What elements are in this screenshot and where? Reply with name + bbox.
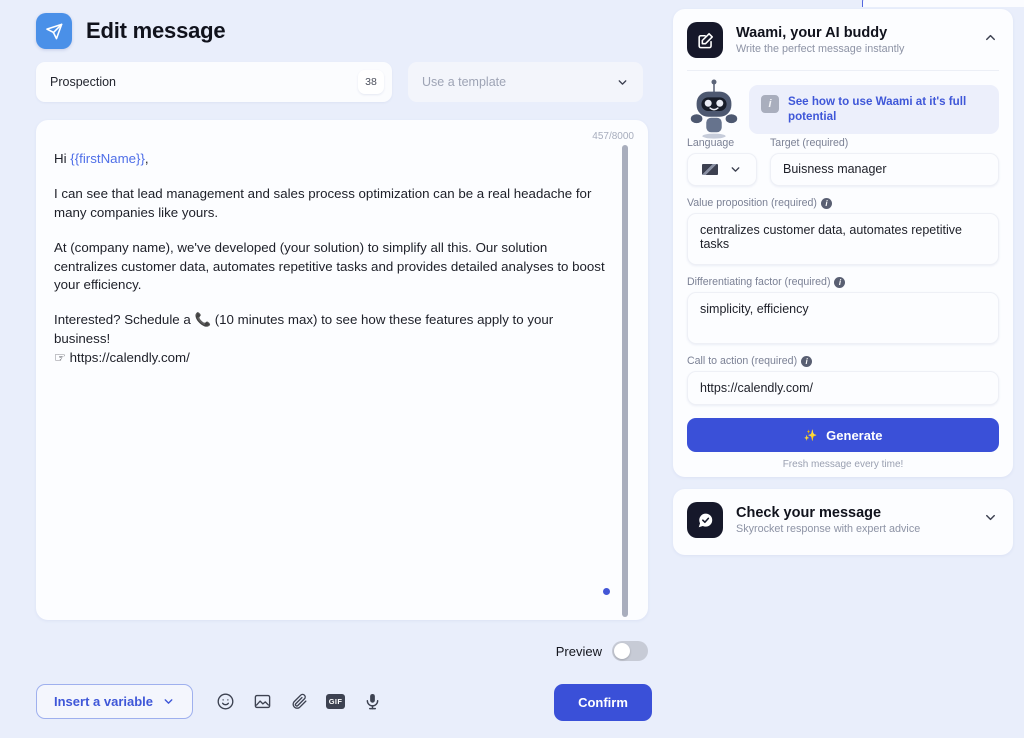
editor-toolbar: Insert a variable GIF — [36, 684, 382, 719]
chevron-up-icon[interactable] — [983, 30, 999, 50]
value-proposition-input[interactable]: centralizes customer data, automates rep… — [687, 213, 999, 265]
image-icon[interactable] — [252, 692, 272, 712]
call-to-action-label-text: Call to action (required) — [687, 355, 798, 367]
waami-card: Waami, your AI buddy Write the perfect m… — [673, 9, 1013, 477]
value-proposition-label: Value proposition (required) i — [687, 197, 999, 209]
paperclip-icon[interactable] — [289, 692, 309, 712]
message-paragraph-2: I can see that lead management and sales… — [54, 185, 592, 220]
preview-toggle-knob — [614, 643, 630, 659]
template-select[interactable]: Use a template — [408, 62, 643, 102]
editor-scrollbar[interactable] — [622, 145, 628, 617]
app-header: Edit message — [0, 0, 670, 52]
chevron-down-icon — [729, 163, 742, 176]
target-input[interactable]: Buisness manager — [770, 153, 999, 186]
char-counter: 457/8000 — [592, 131, 634, 142]
check-card-header[interactable]: Check your message Skyrocket response wi… — [673, 489, 1013, 538]
check-card-title: Check your message — [736, 505, 882, 521]
preview-toggle[interactable] — [612, 641, 648, 661]
message-name-value: Prospection — [50, 75, 117, 89]
sparkles-icon: ✨ — [803, 429, 818, 442]
waami-card-subtitle: Write the perfect message instantly — [736, 43, 905, 55]
check-card-subtitle: Skyrocket response with expert advice — [736, 523, 921, 535]
info-icon[interactable]: i — [801, 355, 813, 367]
waami-hint-row: i See how to use Waami at it's full pote… — [673, 71, 1013, 141]
value-proposition-label-text: Value proposition (required) — [687, 197, 817, 209]
preview-label: Preview — [555, 643, 602, 659]
check-message-card[interactable]: Check your message Skyrocket response wi… — [673, 489, 1013, 555]
fresh-message-note: Fresh message every time! — [782, 459, 904, 470]
assistant-panel: Waami, your AI buddy Write the perfect m… — [670, 0, 1024, 738]
uk-flag-icon — [701, 164, 718, 175]
chat-check-icon — [687, 502, 723, 538]
hidden-top-pill[interactable] — [862, 0, 1024, 7]
message-greeting: Hi {{firstName}}, — [54, 150, 608, 169]
message-paragraph-4-line2: ☞ https://calendly.com/ — [54, 350, 190, 365]
waami-card-header[interactable]: Waami, your AI buddy Write the perfect m… — [673, 9, 1013, 58]
editor-column: Edit message Prospection 38 Use a templa… — [0, 0, 670, 738]
message-name-input[interactable]: Prospection 38 — [36, 62, 392, 102]
language-label: Language — [687, 137, 735, 149]
chevron-down-icon — [616, 76, 629, 89]
greeting-suffix: , — [144, 151, 149, 166]
message-body[interactable]: Hi {{firstName}}, I can see that lead ma… — [36, 120, 648, 368]
confirm-button[interactable]: Confirm — [554, 684, 652, 721]
toolbar-icon-row: GIF — [215, 692, 382, 712]
cursor-indicator-dot — [603, 588, 610, 595]
language-group: Language — [687, 137, 757, 186]
target-label: Target (required) — [770, 137, 849, 149]
message-editor-card[interactable]: 457/8000 Hi {{firstName}}, I can see tha… — [36, 120, 648, 620]
name-char-badge: 38 — [358, 70, 384, 94]
waami-form: Language Target (required) Buisness mana… — [673, 137, 1013, 470]
greeting-prefix: Hi — [54, 151, 71, 166]
emoji-smiley-icon[interactable] — [215, 692, 235, 712]
gif-icon[interactable]: GIF — [326, 694, 345, 709]
generate-button[interactable]: ✨ Generate — [687, 418, 999, 452]
differentiating-factor-label-text: Differentiating factor (required) — [687, 276, 831, 288]
waami-card-title-group: Waami, your AI buddy Write the perfect m… — [736, 25, 970, 55]
check-card-title-group: Check your message Skyrocket response wi… — [736, 505, 970, 535]
subhead-row: Prospection 38 Use a template — [0, 52, 670, 102]
message-paragraph-4: Interested? Schedule a 📞 (10 minutes max… — [54, 311, 608, 368]
page-title: Edit message — [86, 18, 226, 43]
first-name-variable[interactable]: {{firstName}} — [70, 151, 145, 166]
insert-variable-label: Insert a variable — [54, 694, 153, 709]
value-proposition-group: Value proposition (required) i centraliz… — [687, 197, 999, 265]
template-placeholder: Use a template — [422, 75, 507, 89]
message-paragraph-4-line1: Interested? Schedule a 📞 (10 minutes max… — [54, 312, 554, 347]
microphone-icon[interactable] — [362, 692, 382, 712]
differentiating-factor-label: Differentiating factor (required) i — [687, 276, 999, 288]
waami-hint-link[interactable]: i See how to use Waami at it's full pote… — [749, 85, 999, 134]
chevron-down-icon — [162, 695, 175, 708]
info-icon: i — [761, 95, 779, 113]
target-group: Target (required) Buisness manager — [770, 137, 999, 186]
language-target-row: Language Target (required) Buisness mana… — [687, 137, 999, 186]
info-icon[interactable]: i — [834, 276, 846, 288]
send-paper-plane-icon — [36, 13, 72, 49]
call-to-action-group: Call to action (required) i https://cale… — [687, 355, 999, 405]
edit-square-pencil-icon — [687, 22, 723, 58]
generate-button-label: Generate — [826, 427, 883, 443]
language-select[interactable] — [687, 153, 757, 186]
info-icon[interactable]: i — [820, 197, 832, 209]
robot-mascot-icon — [690, 79, 738, 139]
insert-variable-button[interactable]: Insert a variable — [36, 684, 193, 719]
chevron-down-icon[interactable] — [983, 510, 999, 530]
differentiating-factor-group: Differentiating factor (required) i simp… — [687, 276, 999, 344]
preview-row: Preview — [36, 641, 648, 661]
call-to-action-input[interactable]: https://calendly.com/ — [687, 371, 999, 405]
edit-message-screen: Edit message Prospection 38 Use a templa… — [0, 0, 1024, 738]
waami-hint-text: See how to use Waami at it's full potent… — [788, 95, 967, 124]
call-to-action-label: Call to action (required) i — [687, 355, 999, 367]
differentiating-factor-input[interactable]: simplicity, efficiency — [687, 292, 999, 344]
message-paragraph-3: At (company name), we've developed (your… — [54, 239, 605, 293]
waami-card-title: Waami, your AI buddy — [736, 25, 888, 41]
